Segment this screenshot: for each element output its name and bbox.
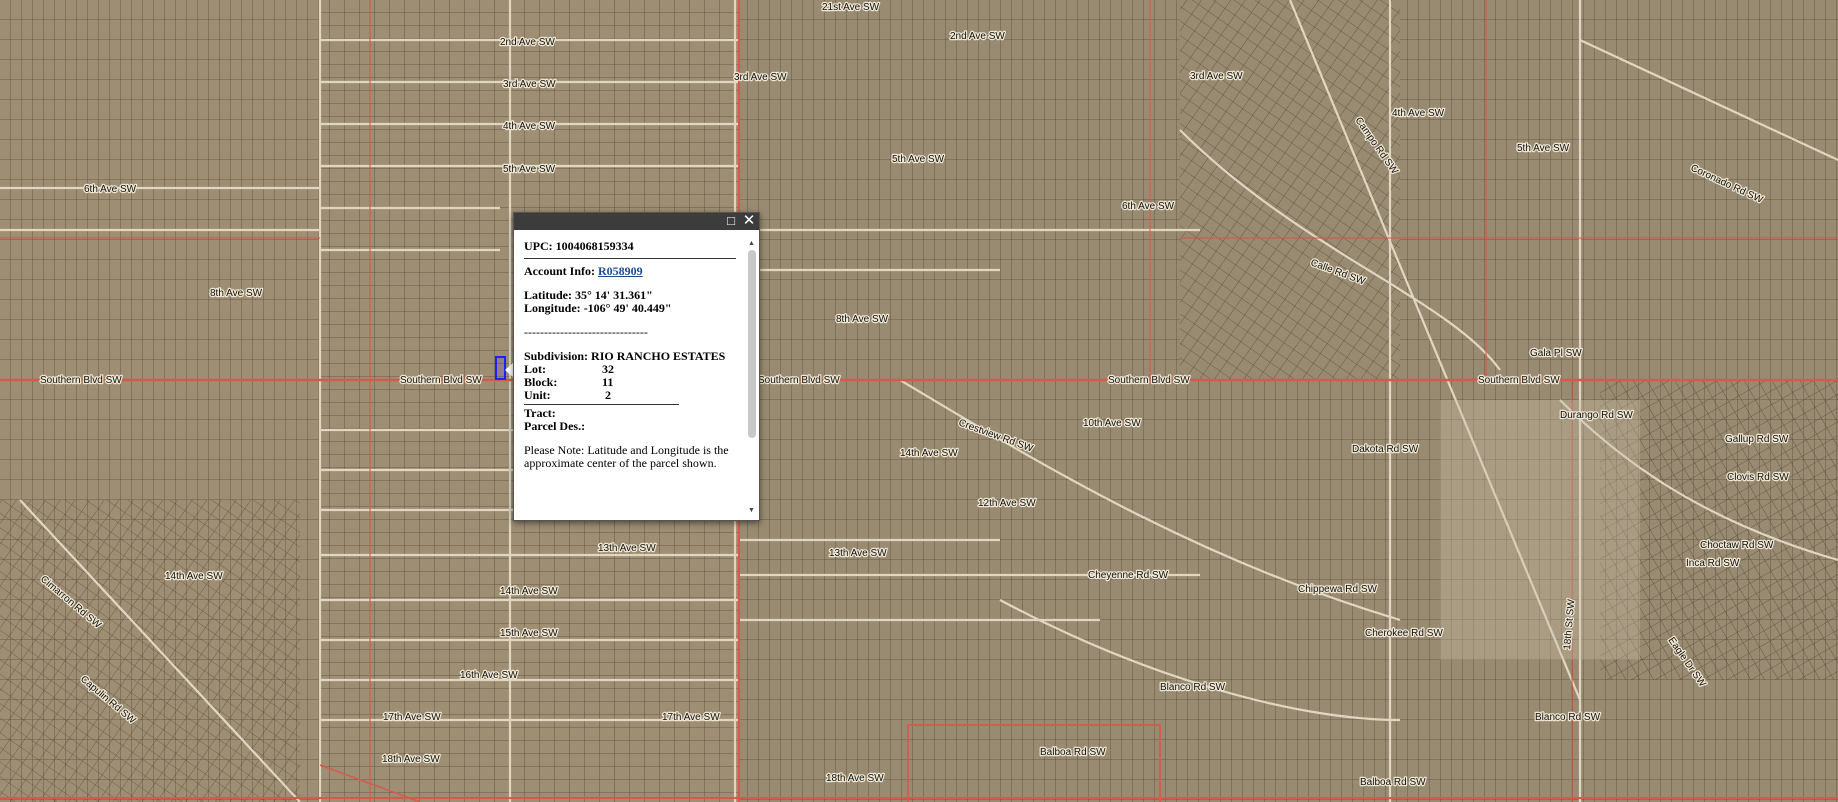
maximize-icon[interactable]: □ (724, 214, 738, 228)
road-label: 5th Ave SW (892, 154, 945, 165)
road-label: Choctaw Rd SW (1700, 540, 1774, 551)
tract-label: Tract: (524, 406, 556, 420)
unit-label: Unit: (524, 388, 551, 402)
road-label: 2nd Ave SW (500, 37, 555, 48)
parcel-diag-ne (1180, 0, 1400, 380)
divider (524, 404, 679, 405)
upc-label: UPC: (524, 240, 553, 253)
parcel-grid-ne (740, 0, 1180, 380)
road-label: Gallup Rd SW (1725, 434, 1789, 445)
divider (524, 258, 736, 259)
road-label: 14th Ave SW (500, 586, 558, 597)
cleared-area (1440, 400, 1640, 660)
road-label: Cherokee Rd SW (1365, 628, 1443, 639)
map-canvas[interactable]: 21st Ave SW 2nd Ave SW 2nd Ave SW 3rd Av… (0, 0, 1838, 802)
road-label: 21st Ave SW (822, 2, 880, 13)
road-label: Inca Rd SW (1686, 558, 1740, 569)
account-row: Account Info: R058909 (524, 265, 736, 278)
subdivision-value: RIO RANCHO ESTATES (591, 349, 726, 363)
road-label: 14th Ave SW (900, 448, 958, 459)
subdivision-label: Subdivision: (524, 349, 589, 363)
scroll-up-icon[interactable]: ▲ (748, 240, 755, 247)
parcel-diag-sw (0, 500, 300, 802)
parcel-grid-nw (0, 0, 320, 380)
road-label: Balboa Rd SW (1360, 777, 1426, 788)
road-label: 6th Ave SW (84, 184, 137, 195)
road-label: 8th Ave SW (836, 314, 889, 325)
upc-row: UPC: 1004068159334 (524, 240, 736, 253)
road-label: 13th Ave SW (829, 548, 887, 559)
unit-value: 2 (605, 388, 611, 402)
upc-value: 1004068159334 (555, 240, 634, 253)
popup-scrollbar[interactable]: ▲ ▼ (748, 240, 756, 514)
road-label: Southern Blvd SW (1478, 375, 1560, 386)
road-label: Southern Blvd SW (400, 375, 482, 386)
road-label: Southern Blvd SW (758, 375, 840, 386)
latitude-value: 35° 14' 31.361" (575, 288, 653, 302)
road-label: 13th Ave SW (598, 543, 656, 554)
road-label: 2nd Ave SW (950, 31, 1005, 42)
road-label: 4th Ave SW (1392, 108, 1445, 119)
road-label: Cheyenne Rd SW (1088, 570, 1169, 581)
road-label: 12th Ave SW (978, 498, 1036, 509)
account-label: Account Info: (524, 264, 595, 278)
note-text: Please Note: Latitude and Longitude is t… (524, 443, 729, 470)
road-label: 17th Ave SW (383, 712, 441, 723)
lot-value: 32 (602, 362, 614, 376)
road-label: 17th Ave SW (662, 712, 720, 723)
road-label: Durango Rd SW (1560, 410, 1633, 421)
scroll-down-icon[interactable]: ▼ (748, 507, 755, 514)
road-label: 3rd Ave SW (734, 72, 787, 83)
road-label: Blanco Rd SW (1160, 682, 1226, 693)
road-label: 15th Ave SW (500, 628, 558, 639)
road-label: 18th Ave SW (382, 754, 440, 765)
road-label: 4th Ave SW (503, 121, 556, 132)
road-label: Southern Blvd SW (1108, 375, 1190, 386)
scroll-thumb[interactable] (748, 250, 756, 438)
unit-row: Unit: 2 (524, 389, 736, 402)
road-label: 3rd Ave SW (1190, 71, 1243, 82)
road-label: 16th Ave SW (460, 670, 518, 681)
road-label: Chippewa Rd SW (1298, 584, 1377, 595)
longitude-row: Longitude: -106° 49' 40.449" (524, 302, 736, 315)
dash-separator: ------------------------------- (524, 325, 648, 339)
road-label: 5th Ave SW (1517, 143, 1570, 154)
road-label: Clovis Rd SW (1727, 472, 1789, 483)
longitude-value: -106° 49' 40.449" (583, 301, 672, 315)
road-label: 10th Ave SW (1083, 418, 1141, 429)
road-label: 18th Ave SW (826, 773, 884, 784)
popup-content[interactable]: UPC: 1004068159334 Account Info: R058909… (524, 240, 736, 516)
block-value: 11 (602, 375, 614, 389)
parcel-des-label: Parcel Des.: (524, 419, 586, 433)
longitude-label: Longitude: (524, 301, 581, 315)
parcel-des-row: Parcel Des.: (524, 420, 736, 433)
road-label: Blanco Rd SW (1535, 712, 1601, 723)
close-icon[interactable]: ✕ (742, 213, 756, 228)
account-info-link[interactable]: R058909 (598, 264, 643, 278)
road-label: Gala Pl SW (1530, 348, 1582, 359)
road-label: 6th Ave SW (1122, 201, 1175, 212)
road-label: 14th Ave SW (165, 571, 223, 582)
road-label: Dakota Rd SW (1352, 444, 1419, 455)
road-label: 3rd Ave SW (503, 79, 556, 90)
latitude-label: Latitude: (524, 288, 572, 302)
road-label: Balboa Rd SW (1040, 747, 1106, 758)
road-label: 8th Ave SW (210, 288, 263, 299)
road-label: Southern Blvd SW (40, 375, 122, 386)
popup-titlebar: □ ✕ (514, 213, 759, 230)
road-label: 5th Ave SW (503, 164, 556, 175)
parcel-info-popup: □ ✕ UPC: 1004068159334 Account Info: R05… (513, 212, 760, 521)
